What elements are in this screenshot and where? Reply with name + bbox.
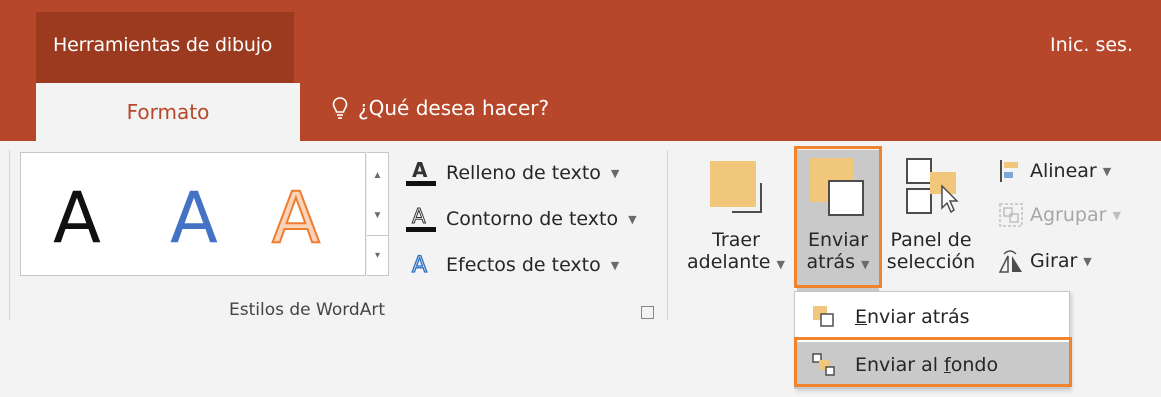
wordart-style-orange-outline[interactable]: A: [271, 182, 321, 254]
align-button[interactable]: Alinear ▼: [998, 158, 1111, 184]
dialog-launcher-icon[interactable]: [641, 306, 654, 319]
group-label: Agrupar: [1030, 204, 1107, 226]
sign-in-link[interactable]: Inic. ses.: [1050, 34, 1133, 56]
tab-format-label: Formato: [126, 100, 210, 124]
selection-pane-label-line1: Panel de: [890, 229, 972, 251]
text-fill-button[interactable]: A Relleno de texto ▼: [404, 158, 619, 188]
group-divider: [9, 150, 10, 320]
text-outline-button[interactable]: A Contorno de texto ▼: [404, 204, 637, 234]
contextual-tab-group-label: Herramientas de dibujo: [53, 34, 273, 56]
svg-text:A: A: [412, 158, 428, 182]
menu-item-send-backward-label: Enviar atrás: [855, 306, 970, 328]
chevron-down-icon: ▼: [628, 212, 637, 226]
chevron-down-icon: ▼: [1112, 208, 1121, 222]
gallery-scrollbar[interactable]: ▲ ▼ ▾: [367, 152, 389, 276]
chevron-down-icon: ▼: [776, 257, 785, 271]
rotate-icon: [998, 250, 1022, 273]
group-divider: [667, 150, 668, 320]
chevron-down-icon: ▼: [1102, 164, 1112, 178]
text-outline-label: Contorno de texto: [446, 208, 619, 230]
rotate-button[interactable]: Girar ▼: [998, 248, 1092, 274]
chevron-down-icon: ▼: [610, 166, 620, 180]
text-effects-label: Efectos de texto: [446, 254, 601, 276]
chevron-down-icon: ▼: [610, 258, 620, 272]
align-label: Alinear: [1030, 160, 1097, 182]
wordart-gallery[interactable]: A A A: [20, 152, 366, 276]
wordart-style-blue[interactable]: A: [170, 183, 218, 253]
menu-item-send-backward[interactable]: Enviar atrás: [795, 294, 1069, 340]
svg-text:A: A: [412, 204, 426, 228]
lightbulb-icon: [332, 97, 348, 119]
selection-pane-button[interactable]: Panel de selección: [882, 229, 980, 274]
send-to-back-callout: [794, 337, 1072, 387]
bring-forward-button[interactable]: Traer adelante ▼: [686, 229, 786, 274]
bring-forward-label-line1: Traer: [712, 229, 760, 251]
contextual-tab-group: Herramientas de dibujo: [36, 12, 294, 83]
gallery-scroll-up[interactable]: ▲: [367, 155, 388, 195]
gallery-scroll-down[interactable]: ▼: [367, 195, 388, 235]
group-button[interactable]: Agrupar ▼: [998, 202, 1121, 228]
send-backward-small-icon: [813, 306, 834, 327]
text-outline-icon: A: [406, 204, 436, 232]
rotate-label: Girar: [1030, 250, 1078, 272]
group-icon: [999, 203, 1023, 227]
text-effects-button[interactable]: A Efectos de texto ▼: [404, 250, 619, 280]
align-icon: [1000, 160, 1018, 182]
selection-pane-label-line2: selección: [886, 250, 976, 273]
bring-forward-icon: [706, 161, 766, 221]
send-backward-callout: [794, 146, 882, 288]
group-label-wordart: Estilos de WordArt: [229, 300, 386, 320]
tell-me-box[interactable]: ¿Qué desea hacer?: [332, 96, 549, 120]
chevron-down-icon: ▼: [1083, 254, 1092, 268]
selection-pane-icon: [904, 158, 964, 218]
text-effects-icon: A: [411, 252, 427, 278]
tab-format[interactable]: Formato: [36, 83, 300, 141]
tell-me-label: ¿Qué desea hacer?: [358, 96, 550, 120]
wordart-style-black[interactable]: A: [53, 183, 101, 253]
bring-forward-label-line2: adelante ▼: [686, 250, 785, 273]
text-fill-icon: A: [406, 158, 436, 186]
gallery-more-button[interactable]: ▾: [367, 235, 388, 275]
text-fill-label: Relleno de texto: [446, 162, 601, 184]
svg-text:A: A: [412, 253, 427, 278]
